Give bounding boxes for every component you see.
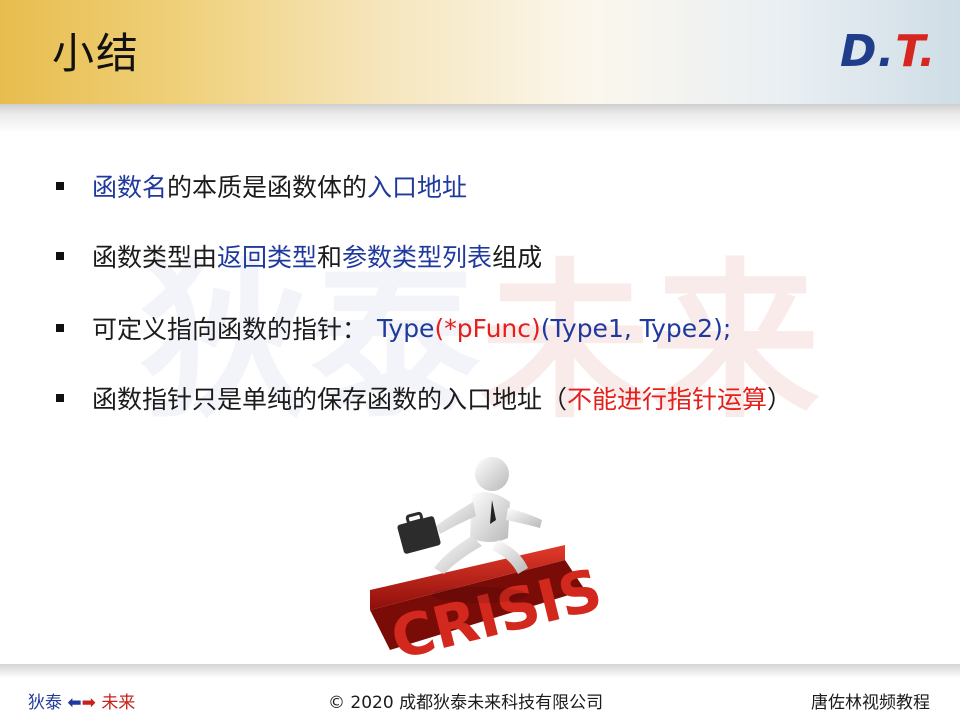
businessman-jumping-crisis-icon: CRISIS: [360, 450, 608, 673]
bullet-square-icon: [56, 182, 64, 190]
bullet-square-icon: [56, 394, 64, 402]
code-type: Type: [377, 313, 435, 343]
logo-dot: .: [918, 26, 937, 77]
bullet-square-icon: [56, 252, 64, 260]
header-band: [0, 0, 960, 104]
bullet-square-icon: [56, 324, 64, 332]
logo-t: T: [895, 26, 919, 77]
bullet-text: 函数类型由: [92, 243, 218, 272]
bullet-text: 参数类型列表: [342, 243, 493, 272]
bullet-item: 函数名 的本质是函数体的 入口地址: [56, 164, 467, 208]
footer-brand-part2: 未来: [101, 693, 136, 713]
bullet-text: 和: [317, 243, 343, 272]
code-pointer: (*pFunc): [434, 313, 541, 343]
bullet-item: 可定义指向函数的指针： Type (*pFunc) (Type1, Type2);: [56, 306, 731, 350]
slide-title: 小结: [52, 29, 141, 78]
footer-course: 唐佐林视频教程: [811, 693, 930, 713]
bullet-text: 入口地址: [367, 173, 468, 202]
bullet-item: 函数类型由 返回类型 和 参数类型列表 组成: [56, 234, 542, 278]
header-shadow: [0, 104, 960, 134]
bullet-text: 返回类型: [217, 243, 318, 272]
bullet-text: 组成: [492, 243, 543, 272]
dt-logo: D.T.: [840, 26, 937, 77]
bullet-text: 可定义指向函数的指针：: [92, 315, 368, 344]
bullet-item: 函数指针只是单纯的保存函数的入口地址（ 不能进行指针运算）: [56, 376, 792, 420]
bullet-text: 函数名: [92, 173, 168, 202]
footer-brand-part1: 狄泰: [28, 693, 62, 713]
bullet-text: 函数指针只是单纯的保存函数的入口地址（: [92, 385, 568, 414]
logo-dot: .: [877, 26, 896, 77]
logo-d: D: [840, 26, 878, 77]
bidirectional-arrow-icon: ⬅➡: [67, 693, 96, 713]
footer-divider: [0, 664, 960, 678]
bullet-text: 不能进行指针运算: [567, 385, 768, 414]
bullet-text: 的本质是函数体的: [167, 173, 368, 202]
code-params: (Type1, Type2);: [540, 313, 732, 343]
bullet-text: ）: [767, 385, 793, 414]
footer-copyright: © 2020 成都狄泰未来科技有限公司: [328, 693, 604, 713]
footer-brand: 狄泰 ⬅➡ 未来: [28, 688, 135, 713]
